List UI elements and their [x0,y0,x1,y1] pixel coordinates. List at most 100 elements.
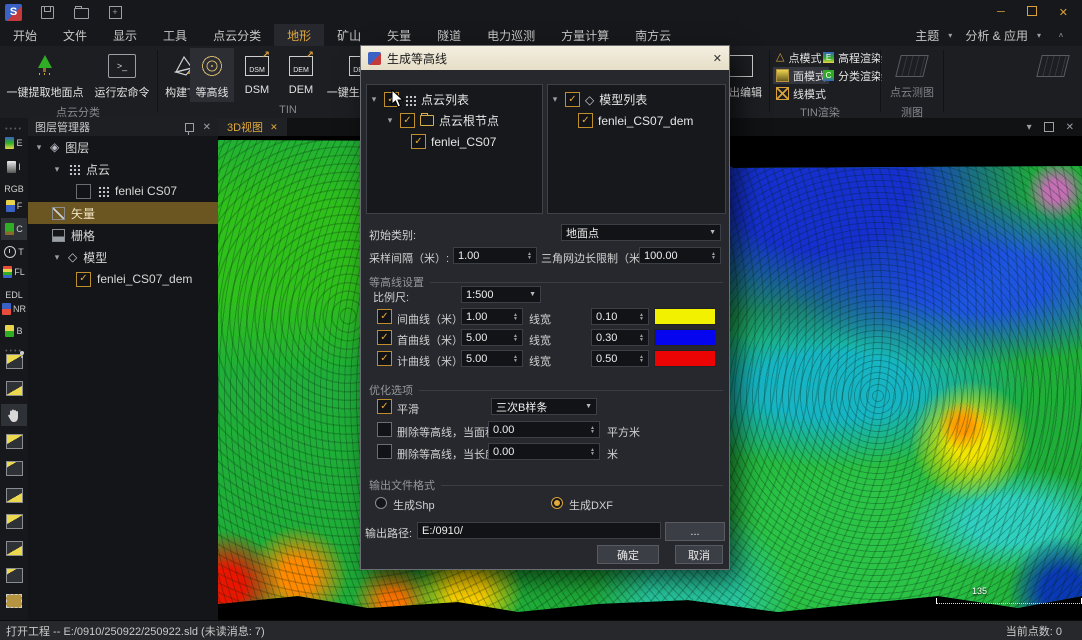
tab-list-dropdown-icon[interactable]: ▾ [1027,122,1032,133]
menu-item-tunnel[interactable]: 隧道 [424,24,474,47]
init-class-dropdown[interactable]: 地面点▼ [561,224,721,241]
analysis-menu[interactable]: 分析 & 应用 [965,27,1028,44]
tree-node-model-list[interactable]: ▾ ✓ ◇ 模型列表 [550,89,723,110]
output-path-input[interactable]: E:/0910/ [417,522,661,539]
cube-dice-tool[interactable] [1,377,27,399]
spinner-icon[interactable] [513,355,518,363]
primary-curve-input[interactable]: 5.00 [461,329,523,346]
shp-radio[interactable] [375,497,387,509]
delete-by-length-checkbox[interactable] [377,444,392,459]
new-project-button[interactable]: + [106,4,124,20]
model-item-checkbox[interactable]: ✓ [578,113,593,128]
model-list-checkbox[interactable]: ✓ [565,92,580,107]
tree-node-fenlei-cs07-dem[interactable]: ✓ fenlei_CS07_dem [28,268,218,290]
tree-node-vector[interactable]: 矢量 [28,202,218,224]
elevation-render-mode-button[interactable]: E [1,132,27,154]
contour-button[interactable]: 等高线 [190,48,234,102]
spinner-icon[interactable] [527,252,532,260]
menu-item-home[interactable]: 开始 [0,24,50,47]
tree-node-model[interactable]: ▾ ◇ 模型 [28,246,218,268]
spinner-icon[interactable] [711,252,716,260]
intermediate-color-swatch[interactable] [654,308,716,325]
classification-render-mode-button[interactable]: C [1,218,27,240]
clip-box-tool-3[interactable] [1,484,27,506]
float-panel-icon[interactable] [1044,122,1054,132]
clip-box-tool-6[interactable] [1,564,27,586]
tree-node-fenlei-cs07[interactable]: ✓ fenlei_CS07 [369,131,540,152]
pin-icon[interactable] [185,123,194,132]
primary-width-input[interactable]: 0.30 [591,329,649,346]
layer-checkbox-checked[interactable]: ✓ [76,272,91,287]
intermediate-width-input[interactable]: 0.10 [591,308,649,325]
tree-node-fenlei-cs07[interactable]: fenlei CS07 [28,180,218,202]
save-button[interactable] [38,4,56,20]
menu-item-mining[interactable]: 矿山 [324,24,374,47]
menu-item-pointcloud-classify[interactable]: 点云分类 [200,24,274,47]
caret-icon[interactable]: ▾ [385,115,395,126]
caret-icon[interactable]: ▾ [52,252,62,263]
dialog-close-icon[interactable]: ✕ [713,52,722,65]
spinner-icon[interactable] [590,448,595,456]
mapping-extra-button[interactable] [1030,48,1076,102]
fenlei-cs07-checkbox[interactable]: ✓ [411,134,426,149]
delete-by-area-input[interactable]: 0.00 [488,421,600,438]
pointcloud-mapping-button[interactable]: 点云测图 [884,48,940,102]
tree-node-pointcloud[interactable]: ▾ 点云 [28,158,218,180]
dialog-titlebar[interactable]: 生成等高线 ✕ [361,46,729,70]
theme-menu[interactable]: 主题 [915,27,939,44]
intermediate-curve-input[interactable]: 1.00 [461,308,523,325]
menu-item-display[interactable]: 显示 [100,24,150,47]
menu-item-terrain[interactable]: 地形 [274,24,324,47]
f-render-mode-button[interactable]: F [1,195,27,217]
menu-item-southcloud[interactable]: 南方云 [622,24,684,47]
menu-item-vector[interactable]: 矢量 [374,24,424,47]
close-button[interactable]: ✕ [1059,6,1068,19]
primary-curve-checkbox[interactable]: ✓ [377,330,392,345]
dem-button[interactable]: DEM DEM [280,48,322,102]
tab-close-icon[interactable]: ✕ [270,122,278,133]
tree-node-pointcloud-root[interactable]: ▾ ✓ 点云根节点 [369,110,540,131]
restore-button[interactable] [1027,6,1037,19]
minimize-button[interactable]: ─ [997,6,1005,18]
time-render-mode-button[interactable]: T [1,241,27,263]
pointcloud-root-checkbox[interactable]: ✓ [400,113,415,128]
tree-node-layers[interactable]: ▾ ◈ 图层 [28,136,218,158]
class-render-button[interactable]: C 分类渲染 [820,67,885,84]
spinner-icon[interactable] [513,313,518,321]
index-curve-input[interactable]: 5.00 [461,350,523,367]
point-mode-button[interactable]: △ 点模式 [773,49,824,66]
caret-icon[interactable]: ▾ [550,94,560,105]
close-view-icon[interactable]: ✕ [1066,122,1074,133]
clip-box-tool-1[interactable] [1,430,27,452]
collapse-ribbon-icon[interactable]: ˄ [1056,31,1066,40]
nr-render-mode-button[interactable]: NR [1,298,27,320]
spinner-icon[interactable] [513,334,518,342]
fl-render-mode-button[interactable]: FL [1,261,27,283]
sample-interval-input[interactable]: 1.00 [453,247,537,264]
spinner-icon[interactable] [639,334,644,342]
line-mode-button[interactable]: 线模式 [773,85,829,102]
delete-by-length-input[interactable]: 0.00 [488,443,600,460]
menu-item-tools[interactable]: 工具 [150,24,200,47]
clip-box-tool-2[interactable] [1,457,27,479]
index-width-input[interactable]: 0.50 [591,350,649,367]
layer-checkbox-unchecked[interactable] [76,184,91,199]
spinner-icon[interactable] [590,426,595,434]
tree-node-raster[interactable]: 栅格 [28,224,218,246]
menu-item-powerline[interactable]: 电力巡测 [474,24,548,47]
tab-3d-view[interactable]: 3D视图 ✕ [218,118,287,136]
clip-box-tool-4[interactable] [1,510,27,532]
spinner-icon[interactable] [639,355,644,363]
delete-by-area-checkbox[interactable] [377,422,392,437]
elevation-render-button[interactable]: E 高程渲染 [820,49,885,66]
cube-pin-tool[interactable] [1,350,27,372]
b-render-mode-button[interactable]: B [1,320,27,342]
index-color-swatch[interactable] [654,350,716,367]
caret-icon[interactable]: ▾ [369,94,379,105]
primary-color-swatch[interactable] [654,329,716,346]
index-curve-checkbox[interactable]: ✓ [377,351,392,366]
menu-item-volume[interactable]: 方量计算 [548,24,622,47]
intermediate-curve-checkbox[interactable]: ✓ [377,309,392,324]
spinner-icon[interactable] [639,313,644,321]
browse-button[interactable]: ... [665,522,725,541]
